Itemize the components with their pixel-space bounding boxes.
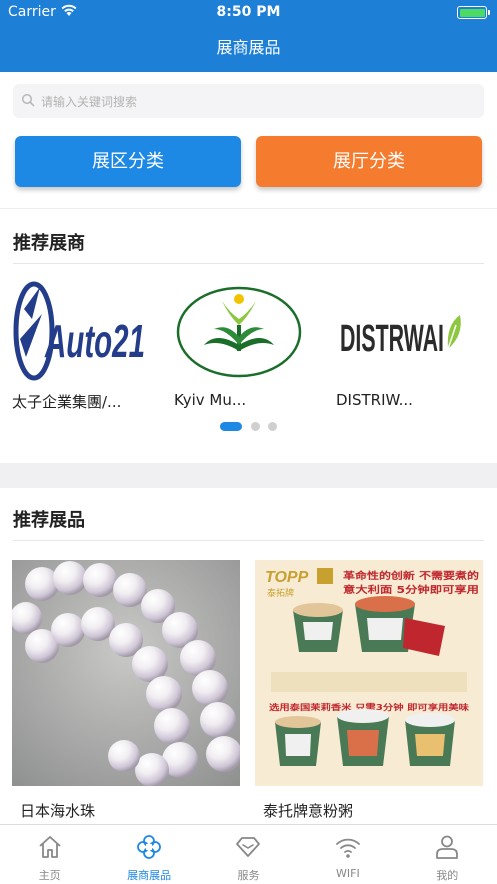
nav-bar: 展商展品 [0,24,497,72]
diamond-icon [236,837,261,857]
product-image-topp-poster[interactable]: TOPP 泰拓牌 革命性的创新 不需要煮的 意大利面 5分钟即可享用 选用泰国茉… [255,560,483,786]
section-divider [0,208,497,209]
exhibitor-logo-distriwai[interactable]: DISTRWAI [336,279,471,386]
poster-headline: 革命性的创新 不需要煮的 [343,570,480,582]
tab-label: 展商展品 [127,869,172,882]
wifi-icon [335,838,360,858]
search-icon [21,93,35,107]
tab-bar: 主页 展商展品 服务 WIFI 我的 [0,824,497,883]
exhibitor-name[interactable]: Kyiv Mu... [174,391,246,409]
search-placeholder: 请输入关键词搜索 [41,95,138,109]
section-separator [0,463,497,488]
clock: 8:50 PM [216,4,281,20]
distriwai-logo-text: DISTRWAI [340,318,444,360]
tab-services[interactable]: 服务 [199,825,298,884]
product-image-pearls[interactable] [12,560,240,786]
exhibitor-name[interactable]: 太子企業集團/... [12,391,121,412]
page-dot[interactable] [251,422,260,431]
page-dot[interactable] [268,422,277,431]
tab-label: 我的 [436,869,459,882]
poster-subline: 意大利面 5分钟即可享用 [343,584,479,596]
home-icon [39,836,61,858]
section-rule [13,263,484,264]
section-rule [13,540,484,541]
tab-exhibitors-products[interactable]: 展商展品 [99,825,198,884]
product-name[interactable]: 泰托牌意粉粥 [263,800,353,821]
search-input[interactable]: 请输入关键词搜索 [13,84,484,118]
tab-label: 主页 [38,869,61,882]
status-bar: Carrier 8:50 PM [0,0,497,24]
exhibitor-logo-kyiv[interactable] [174,279,309,386]
hall-category-button[interactable]: 展厅分类 [256,136,482,187]
page-dot-active[interactable] [220,422,242,431]
user-icon [436,835,459,859]
tab-label: WIFI [336,867,360,880]
tab-label: 服务 [237,869,260,882]
noodle-cups-bottom [275,709,455,766]
page-title: 展商展品 [216,38,281,57]
tab-wifi[interactable]: WIFI [298,825,397,884]
tab-profile[interactable]: 我的 [398,825,497,884]
tab-home[interactable]: 主页 [0,825,99,884]
recommended-products-title: 推荐展品 [13,510,85,531]
exhibitor-logo-auto21[interactable]: Auto21 [12,279,147,386]
zone-category-button[interactable]: 展区分类 [15,136,241,187]
poster-brand: TOPP [265,569,309,586]
carousel-page-indicator [0,422,497,432]
clover-icon [137,835,161,859]
exhibitor-name[interactable]: DISTRIW... [336,391,413,409]
auto21-logo-text: Auto21 [44,315,145,367]
poster-brand-cn: 泰拓牌 [267,587,294,599]
battery-icon [457,6,490,19]
product-name[interactable]: 日本海水珠 [20,800,95,821]
recommended-exhibitors-title: 推荐展商 [13,233,85,254]
